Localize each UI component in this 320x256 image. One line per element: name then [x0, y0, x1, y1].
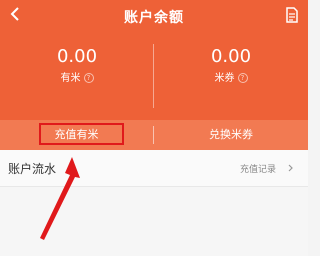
balance-coupon: 0.00 米券? [154, 46, 308, 86]
account-flow-header: 账户流水 充值记录 [0, 150, 308, 187]
chevron-right-icon[interactable] [288, 164, 294, 172]
balance-youmi-label: 有米 [60, 73, 81, 84]
balance-youmi-value: 0.00 [56, 46, 98, 67]
balance-coupon-label: 米券 [214, 73, 235, 84]
exchange-coupon-button[interactable]: 兑换米券 [154, 120, 308, 150]
recharge-highlight-box [39, 123, 124, 145]
header: 账户余额 0.00 有米? 0.00 米券? [0, 0, 308, 120]
page-title: 账户余额 [124, 10, 184, 26]
account-flow-title: 账户流水 [8, 162, 57, 176]
balance-youmi: 0.00 有米? [0, 46, 154, 86]
recharge-records-link[interactable]: 充值记录 [240, 162, 276, 175]
help-icon[interactable]: ? [237, 73, 248, 83]
help-icon[interactable]: ? [83, 73, 94, 83]
balance-coupon-value: 0.00 [210, 46, 252, 67]
title-bar: 账户余额 [0, 0, 308, 34]
account-flow-section: 账户流水 充值记录 [0, 150, 308, 256]
document-icon[interactable] [285, 7, 299, 23]
